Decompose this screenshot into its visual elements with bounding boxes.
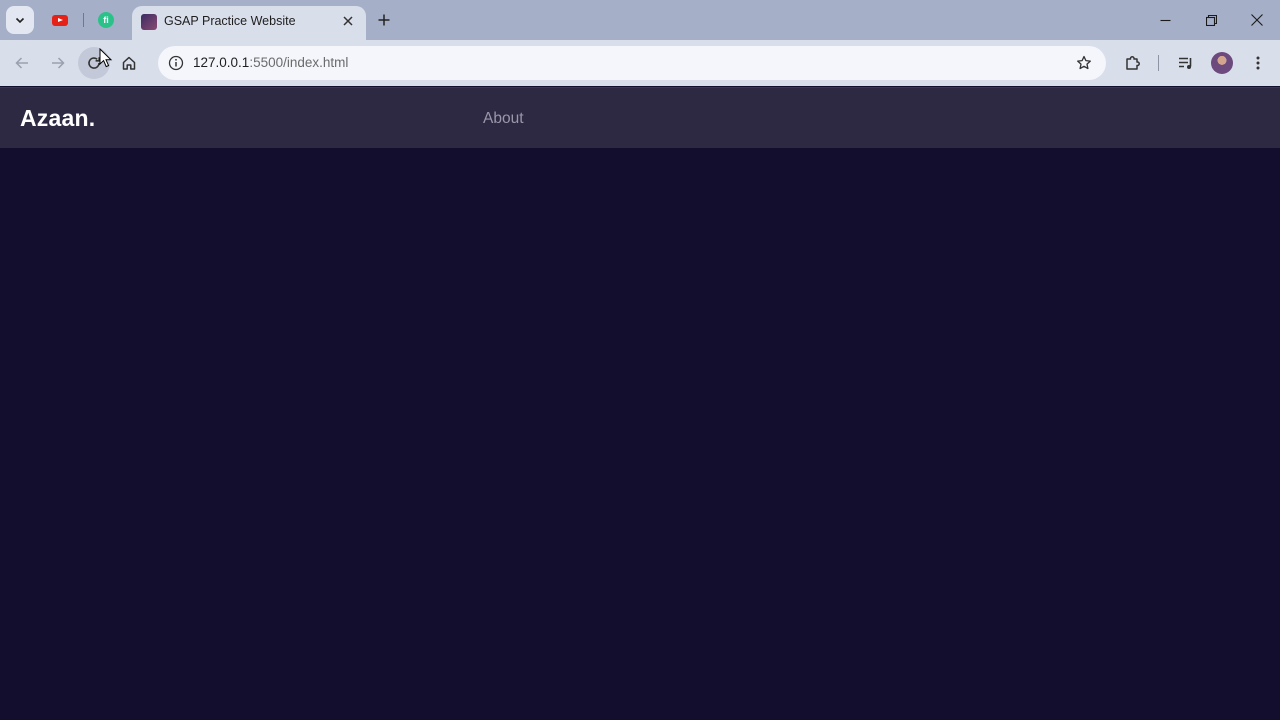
- back-button[interactable]: [6, 47, 38, 79]
- chevron-down-icon: [15, 17, 25, 24]
- tab-title: GSAP Practice Website: [164, 14, 296, 28]
- youtube-icon: [52, 14, 68, 26]
- home-icon: [122, 56, 136, 70]
- url-text[interactable]: 127.0.0.1:5500/index.html: [193, 55, 348, 70]
- site-logo[interactable]: Azaan.: [20, 105, 95, 132]
- address-bar[interactable]: 127.0.0.1:5500/index.html: [158, 46, 1106, 80]
- restore-icon: [1205, 14, 1217, 26]
- browser-toolbar: 127.0.0.1:5500/index.html: [0, 40, 1280, 86]
- tab-strip: fi GSAP Practice Website: [0, 0, 1280, 40]
- home-button[interactable]: [113, 47, 145, 79]
- mouse-cursor-icon: [99, 48, 113, 68]
- tab-divider: [83, 13, 84, 27]
- forward-button[interactable]: [42, 47, 74, 79]
- bookmark-button[interactable]: [1072, 51, 1096, 75]
- site-navbar: Azaan. About: [0, 87, 1280, 148]
- new-tab-button[interactable]: [372, 8, 396, 32]
- puzzle-icon: [1126, 56, 1140, 70]
- tab-gsap-practice[interactable]: GSAP Practice Website: [132, 6, 366, 40]
- url-host: 127.0.0.1: [193, 55, 250, 70]
- plus-icon: [378, 14, 390, 26]
- pinned-tab-fi[interactable]: fi: [94, 8, 118, 32]
- close-icon: [343, 16, 353, 26]
- toolbar-divider: [1158, 55, 1159, 71]
- minimize-icon: [1160, 19, 1170, 21]
- nav-link-about[interactable]: About: [483, 110, 524, 128]
- tab-close-button[interactable]: [337, 10, 359, 32]
- restore-button[interactable]: [1188, 0, 1234, 40]
- star-icon: [1077, 55, 1091, 70]
- menu-button[interactable]: [1242, 47, 1274, 79]
- media-controls-button[interactable]: [1170, 47, 1202, 79]
- site-favicon-icon: [141, 14, 157, 30]
- more-vertical-icon: [1256, 56, 1260, 70]
- profile-avatar[interactable]: [1211, 52, 1233, 74]
- arrow-left-icon: [15, 57, 28, 69]
- pinned-tab-youtube[interactable]: [48, 8, 72, 32]
- extensions-button[interactable]: [1117, 47, 1149, 79]
- url-path: :5500/index.html: [249, 55, 349, 70]
- close-icon: [1251, 14, 1263, 26]
- info-icon: [168, 55, 184, 71]
- close-window-button[interactable]: [1234, 0, 1280, 40]
- page-content: Azaan. About: [0, 87, 1280, 720]
- fi-icon: fi: [98, 12, 114, 28]
- minimize-button[interactable]: [1142, 0, 1188, 40]
- arrow-right-icon: [52, 57, 65, 69]
- media-queue-icon: [1179, 57, 1192, 69]
- site-info-button[interactable]: [162, 49, 190, 77]
- tab-search-button[interactable]: [6, 6, 34, 34]
